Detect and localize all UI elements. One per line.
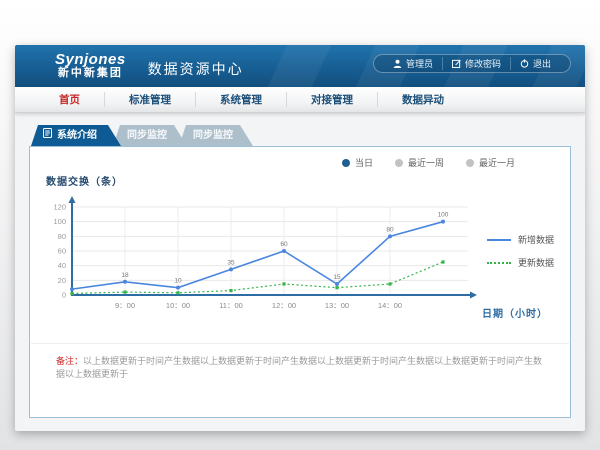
svg-text:120: 120 bbox=[53, 203, 66, 212]
power-icon bbox=[520, 59, 529, 68]
range-option-1[interactable]: 最近一周 bbox=[395, 156, 444, 169]
svg-text:9：00: 9：00 bbox=[115, 301, 135, 310]
nav-item-system[interactable]: 系统管理 bbox=[195, 92, 286, 107]
solid-line-icon bbox=[487, 239, 511, 241]
legend-label: 更新数据 bbox=[518, 256, 554, 269]
series-legend: 新增数据更新数据 bbox=[487, 233, 554, 279]
logout-button[interactable]: 退出 bbox=[510, 57, 560, 70]
edit-icon bbox=[452, 59, 461, 68]
brand-logo-en: Synjones bbox=[55, 52, 126, 68]
radio-dot-icon bbox=[342, 159, 350, 167]
svg-text:20: 20 bbox=[58, 276, 66, 285]
svg-text:10：00: 10：00 bbox=[166, 301, 190, 310]
legend-label: 新增数据 bbox=[518, 233, 554, 246]
change-password-label: 修改密码 bbox=[465, 57, 501, 70]
svg-text:15: 15 bbox=[333, 274, 341, 281]
user-toolbar: 管理员 修改密码 退出 bbox=[373, 54, 571, 73]
radio-dot-icon bbox=[466, 159, 474, 167]
radio-dot-icon bbox=[395, 159, 403, 167]
tab-label: 系统介绍 bbox=[57, 125, 97, 146]
svg-text:14：00: 14：00 bbox=[378, 301, 402, 310]
range-option-label: 当日 bbox=[355, 156, 373, 169]
svg-text:40: 40 bbox=[58, 261, 66, 270]
brand-logo-cn: 新中新集团 bbox=[55, 68, 126, 80]
svg-text:0: 0 bbox=[62, 291, 66, 300]
main-nav: 首页 标准管理 系统管理 对接管理 数据异动 bbox=[15, 87, 585, 113]
content-area: 系统介绍 同步监控 同步监控 当日 最近一周 最近一月 数据交换（条） 0 20 40 6… bbox=[15, 113, 585, 418]
tab-bar: 系统介绍 同步监控 同步监控 bbox=[31, 125, 571, 146]
svg-text:100: 100 bbox=[438, 212, 449, 219]
dotted-line-icon bbox=[487, 262, 511, 264]
svg-text:12：00: 12：00 bbox=[272, 301, 296, 310]
svg-text:60: 60 bbox=[58, 247, 66, 256]
range-option-0[interactable]: 当日 bbox=[342, 156, 373, 169]
tab-system-intro[interactable]: 系统介绍 bbox=[31, 125, 121, 146]
change-password-button[interactable]: 修改密码 bbox=[442, 57, 510, 70]
svg-text:60: 60 bbox=[280, 241, 288, 248]
legend-item-1: 更新数据 bbox=[487, 256, 554, 269]
tab-sync-monitor-2[interactable]: 同步监控 bbox=[179, 125, 253, 146]
brand-logo: Synjones 新中新集团 bbox=[55, 52, 126, 79]
app-window: Synjones 新中新集团 数据资源中心 管理员 修改密码 退出 首页 标准管… bbox=[15, 45, 585, 431]
y-axis-title: 数据交换（条） bbox=[46, 173, 123, 188]
legend-item-0: 新增数据 bbox=[487, 233, 554, 246]
range-filter: 当日 最近一周 最近一月 bbox=[342, 156, 515, 169]
footnote-prefix: 备注： bbox=[56, 356, 83, 366]
svg-text:11：00: 11：00 bbox=[219, 301, 243, 310]
chart-canvas: 0 20 40 60 80 100 120 9：00 10：00 11：00 12：00 13：00 1… bbox=[40, 191, 508, 323]
nav-item-home[interactable]: 首页 bbox=[35, 92, 104, 107]
nav-item-standards[interactable]: 标准管理 bbox=[104, 92, 195, 107]
nav-item-integration[interactable]: 对接管理 bbox=[286, 92, 377, 107]
range-option-2[interactable]: 最近一月 bbox=[466, 156, 515, 169]
chart-panel: 当日 最近一周 最近一月 数据交换（条） 0 20 40 60 80 100 120 9：00 10… bbox=[29, 146, 571, 418]
nav-item-data-change[interactable]: 数据异动 bbox=[377, 92, 468, 107]
svg-text:80: 80 bbox=[58, 232, 66, 241]
admin-user-button[interactable]: 管理员 bbox=[384, 57, 442, 70]
admin-user-label: 管理员 bbox=[406, 57, 433, 70]
page-title: 数据资源中心 bbox=[148, 59, 244, 79]
line-chart: 0 20 40 60 80 100 120 9：00 10：00 11：00 12：00 13：00 1… bbox=[40, 191, 508, 328]
document-icon bbox=[43, 125, 52, 146]
range-option-label: 最近一周 bbox=[408, 156, 444, 169]
logout-label: 退出 bbox=[533, 57, 551, 70]
svg-text:18: 18 bbox=[121, 272, 129, 279]
svg-text:80: 80 bbox=[386, 226, 394, 233]
svg-text:35: 35 bbox=[227, 259, 235, 266]
tab-sync-monitor-1[interactable]: 同步监控 bbox=[113, 125, 187, 146]
x-axis-title: 日期（小时） bbox=[482, 305, 548, 320]
footnote: 备注：以上数据更新于时间产生数据以上数据更新于时间产生数据以上数据更新于时间产生… bbox=[56, 355, 570, 380]
panel-divider bbox=[31, 343, 569, 344]
svg-text:13：00: 13：00 bbox=[325, 301, 349, 310]
svg-text:10: 10 bbox=[174, 278, 182, 285]
app-header: Synjones 新中新集团 数据资源中心 管理员 修改密码 退出 bbox=[15, 45, 585, 87]
range-option-label: 最近一月 bbox=[479, 156, 515, 169]
svg-text:100: 100 bbox=[53, 217, 66, 226]
footnote-text: 以上数据更新于时间产生数据以上数据更新于时间产生数据以上数据更新于时间产生数据以… bbox=[56, 356, 542, 379]
user-icon bbox=[393, 59, 402, 68]
